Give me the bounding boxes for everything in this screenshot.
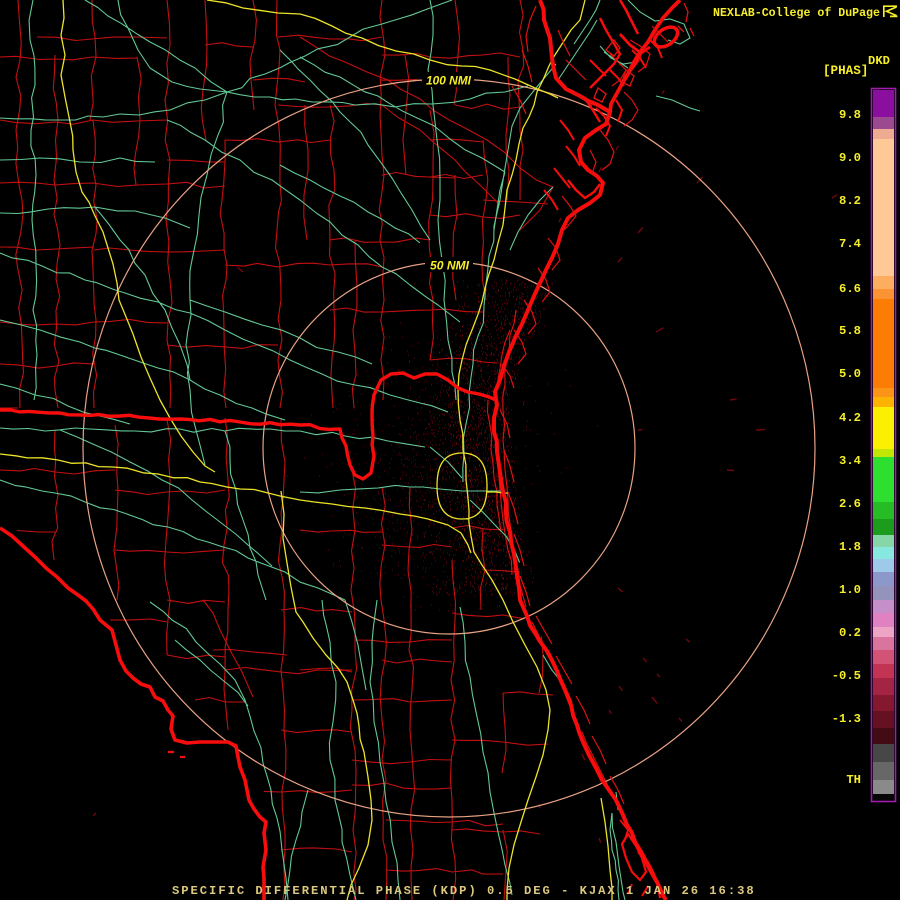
svg-text:5.0: 5.0 <box>839 367 861 381</box>
svg-text:TH: TH <box>846 773 861 787</box>
svg-text:0.2: 0.2 <box>839 626 861 640</box>
svg-text:2.6: 2.6 <box>839 497 861 511</box>
svg-text:[PHAS]: [PHAS] <box>823 64 868 78</box>
svg-text:50 NMI: 50 NMI <box>430 259 470 273</box>
svg-text:DKD: DKD <box>868 54 890 68</box>
svg-text:-1.3: -1.3 <box>832 712 861 726</box>
svg-text:9.0: 9.0 <box>839 151 861 165</box>
svg-text:8.2: 8.2 <box>839 194 861 208</box>
svg-text:SPECIFIC DIFFERENTIAL PHASE (K: SPECIFIC DIFFERENTIAL PHASE (KDP) 0.5 DE… <box>172 884 756 898</box>
svg-text:1.0: 1.0 <box>839 583 861 597</box>
svg-text:100 NMI: 100 NMI <box>426 74 472 88</box>
svg-text:4.2: 4.2 <box>839 411 861 425</box>
svg-text:7.4: 7.4 <box>839 237 861 251</box>
svg-text:5.8: 5.8 <box>839 324 861 338</box>
svg-text:-0.5: -0.5 <box>832 669 861 683</box>
svg-text:9.8: 9.8 <box>839 108 861 122</box>
svg-text:NEXLAB-College of DuPage: NEXLAB-College of DuPage <box>713 7 880 20</box>
svg-text:1.8: 1.8 <box>839 540 861 554</box>
svg-text:3.4: 3.4 <box>839 454 861 468</box>
svg-text:6.6: 6.6 <box>839 282 861 296</box>
